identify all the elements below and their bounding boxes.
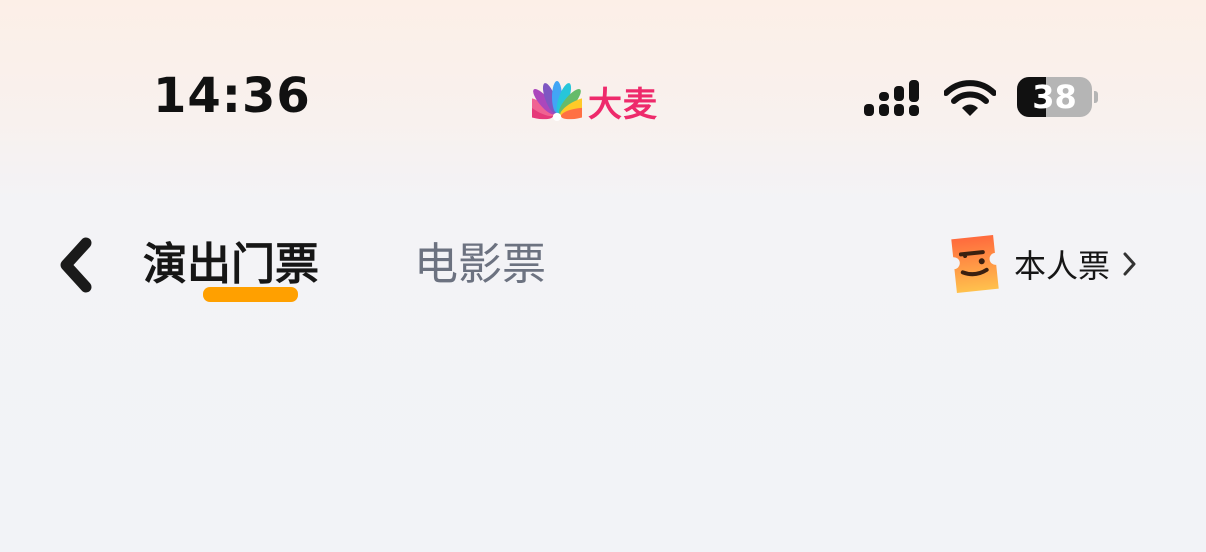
tab-movie-tickets[interactable]: 电影票 [414, 237, 546, 293]
status-time: 14:36 [153, 68, 311, 124]
ticket-face-icon [951, 234, 999, 294]
chevron-right-icon [1123, 252, 1136, 276]
battery-icon: 38 [1017, 77, 1098, 117]
brand-name: 大麦 [588, 84, 658, 125]
personal-ticket-button[interactable]: 本人票 [948, 231, 1138, 297]
top-nav: 演出门票 电影票 本人票 [0, 215, 1206, 315]
wifi-icon [944, 80, 996, 116]
damai-flower-icon [532, 81, 582, 121]
chevron-left-icon[interactable] [52, 235, 102, 295]
battery-level: 38 [1032, 78, 1077, 116]
signal-icon [864, 80, 919, 116]
personal-ticket-label: 本人票 [1014, 247, 1111, 285]
tab-show-tickets[interactable]: 演出门票 [143, 237, 319, 293]
tab-show-tickets-label: 演出门票 [143, 239, 319, 290]
status-bar: 14:36 大麦 38 [0, 0, 1206, 190]
brand-logo: 大麦 [532, 76, 658, 126]
tab-movie-tickets-label: 电影票 [414, 239, 546, 290]
